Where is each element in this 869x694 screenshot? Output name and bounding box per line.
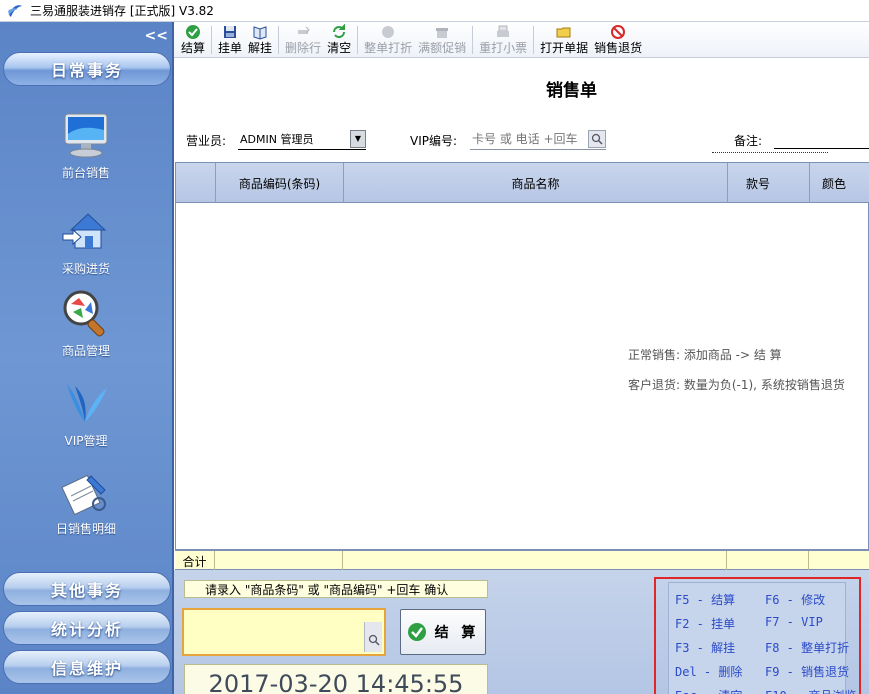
warehouse-icon	[62, 213, 107, 249]
sidebar-item-daily-sales-detail[interactable]: 日销售明细	[0, 466, 172, 537]
sales-grid[interactable]: 商品编码(条码) 商品名称 款号 颜色 正常销售: 添加商品 -> 结 算 客户…	[175, 162, 869, 550]
shortcut-item: F9 - 销售退货	[765, 665, 850, 679]
grid-header-name[interactable]: 商品名称	[344, 163, 728, 203]
toolbar-separator	[533, 26, 535, 54]
vip-icon	[67, 384, 107, 422]
toolbar-separator	[472, 26, 474, 54]
collapse-sidebar-button[interactable]: <<	[145, 28, 168, 44]
book-icon	[253, 26, 267, 40]
folder-icon	[556, 27, 571, 38]
grid-header-code[interactable]: 商品编码(条码)	[216, 163, 344, 203]
sidebar-item-purchase[interactable]: 采购进货	[0, 206, 172, 277]
sidebar-item-label: 日销售明细	[55, 522, 116, 536]
open-document-button[interactable]: 打开单据	[537, 23, 591, 57]
sidebar-item-label: 前台销售	[61, 166, 110, 180]
grid-header-color[interactable]: 颜色	[810, 163, 869, 203]
grid-header-indicator	[176, 163, 216, 203]
remark-label: 备注:	[734, 134, 763, 148]
sum-cell	[727, 551, 809, 571]
toolbar-separator	[357, 26, 359, 54]
shortcut-item: Del - 删除	[675, 665, 743, 679]
hint-customer-return: 客户退货: 数量为负(-1), 系统按销售退货	[628, 378, 845, 392]
column-ruler	[712, 152, 828, 160]
shortcut-item: F5 - 结算	[675, 593, 736, 607]
hint-normal-sale: 正常销售: 添加商品 -> 结 算	[628, 348, 782, 362]
nav-other-affairs[interactable]: 其他事务	[3, 572, 171, 606]
sum-cell	[343, 551, 727, 571]
checkout-button[interactable]: 结 算	[400, 609, 486, 655]
barcode-prompt: 请录入 "商品条码" 或 "商品编码" +回车 确认	[184, 580, 488, 598]
report-icon	[61, 474, 106, 516]
shortcut-item: F7 - VIP	[765, 615, 823, 629]
barcode-input[interactable]	[182, 608, 386, 656]
window-title: 三易通服装进销存 [正式版] V3.82	[30, 4, 214, 18]
datetime-display: 2017-03-20 14:45:55	[184, 664, 488, 694]
shortcut-item: F8 - 整单打折	[765, 641, 850, 655]
window-title-bar: 三易通服装进销存 [正式版] V3.82	[0, 0, 869, 22]
magnifier-icon	[63, 290, 105, 337]
shortcut-list: F5 - 结算 F6 - 修改 F2 - 挂单 F7 - VIP F3 - 解挂…	[668, 582, 856, 694]
sidebar-item-label: 商品管理	[61, 344, 110, 358]
sidebar-item-products[interactable]: 商品管理	[0, 288, 172, 359]
save-icon	[224, 26, 237, 38]
sum-label: 合计	[175, 551, 215, 571]
chevron-down-icon[interactable]: ▼	[350, 129, 366, 148]
sidebar-item-front-sales[interactable]: 前台销售	[0, 110, 172, 181]
vip-input[interactable]	[470, 128, 606, 150]
nav-statistics[interactable]: 统计分析	[3, 611, 171, 645]
page-title: 销售单	[546, 81, 597, 101]
sales-return-button[interactable]: 销售退货	[591, 23, 645, 57]
clear-button[interactable]: 清空	[324, 23, 354, 57]
shortcut-item: Esc - 清空	[675, 687, 742, 694]
promotion-button[interactable]: 满额促销	[415, 23, 469, 57]
gift-icon	[436, 28, 449, 38]
search-icon[interactable]	[588, 130, 606, 148]
printer-icon	[497, 25, 510, 37]
release-order-button[interactable]: 解挂	[245, 23, 275, 57]
check-circle-icon	[186, 25, 200, 39]
shortcut-item: F10 - 商品浏览	[765, 687, 856, 694]
checkout-button-label: 结 算	[434, 625, 480, 641]
toolbar-separator	[278, 26, 280, 54]
toolbar: 结算 挂单 解挂 删除行 清空 整单打折 满额促销 重打小票 打开单据 销售退货	[174, 22, 869, 58]
order-discount-button[interactable]: 整单打折	[361, 23, 415, 57]
hold-order-button[interactable]: 挂单	[215, 23, 245, 57]
no-entry-icon	[611, 25, 626, 39]
grid-header-style-no[interactable]: 款号	[728, 163, 810, 203]
bottom-panel: 请录入 "商品条码" 或 "商品编码" +回车 确认 结 算 2017-03-2…	[174, 570, 869, 694]
monitor-icon	[64, 113, 108, 158]
app-logo-icon	[8, 4, 22, 17]
checkout-toolbar-button[interactable]: 结算	[178, 23, 208, 57]
grid-header: 商品编码(条码) 商品名称 款号 颜色	[176, 163, 869, 203]
shortcut-panel: F5 - 结算 F6 - 修改 F2 - 挂单 F7 - VIP F3 - 解挂…	[654, 577, 861, 694]
shortcut-item: F2 - 挂单	[675, 617, 736, 631]
check-circle-icon	[407, 623, 426, 641]
refresh-icon	[333, 24, 346, 38]
nav-info-maintenance[interactable]: 信息维护	[3, 650, 171, 684]
sidebar: << 日常事务 前台销售 采购进货 商品管理 VIP管理 日销售明细 其他事务 …	[0, 22, 174, 694]
salesperson-label: 营业员:	[186, 134, 227, 148]
nav-daily-affairs[interactable]: 日常事务	[3, 52, 171, 86]
delete-row-icon	[298, 26, 310, 34]
sum-row: 合计	[175, 550, 869, 571]
search-icon[interactable]	[364, 622, 382, 652]
shortcut-item: F3 - 解挂	[675, 641, 736, 655]
salesperson-value: ADMIN 管理员	[240, 132, 314, 146]
sidebar-item-label: VIP管理	[64, 434, 108, 448]
sum-cell	[215, 551, 343, 571]
sidebar-item-vip[interactable]: VIP管理	[0, 378, 172, 449]
vip-label: VIP编号:	[410, 134, 458, 148]
remark-input[interactable]	[774, 148, 869, 149]
sidebar-item-label: 采购进货	[61, 262, 110, 276]
toolbar-separator	[211, 26, 213, 54]
header-fields: 营业员: ADMIN 管理员 ▼ VIP编号: 备注:	[174, 128, 869, 152]
delete-row-button[interactable]: 删除行	[282, 23, 324, 57]
salesperson-select[interactable]: ADMIN 管理员 ▼	[238, 128, 366, 150]
shortcut-item: F6 - 修改	[765, 593, 826, 607]
reprint-receipt-button[interactable]: 重打小票	[476, 23, 530, 57]
main-area: 结算 挂单 解挂 删除行 清空 整单打折 满额促销 重打小票 打开单据 销售退货…	[174, 22, 869, 694]
discount-icon	[382, 26, 395, 38]
